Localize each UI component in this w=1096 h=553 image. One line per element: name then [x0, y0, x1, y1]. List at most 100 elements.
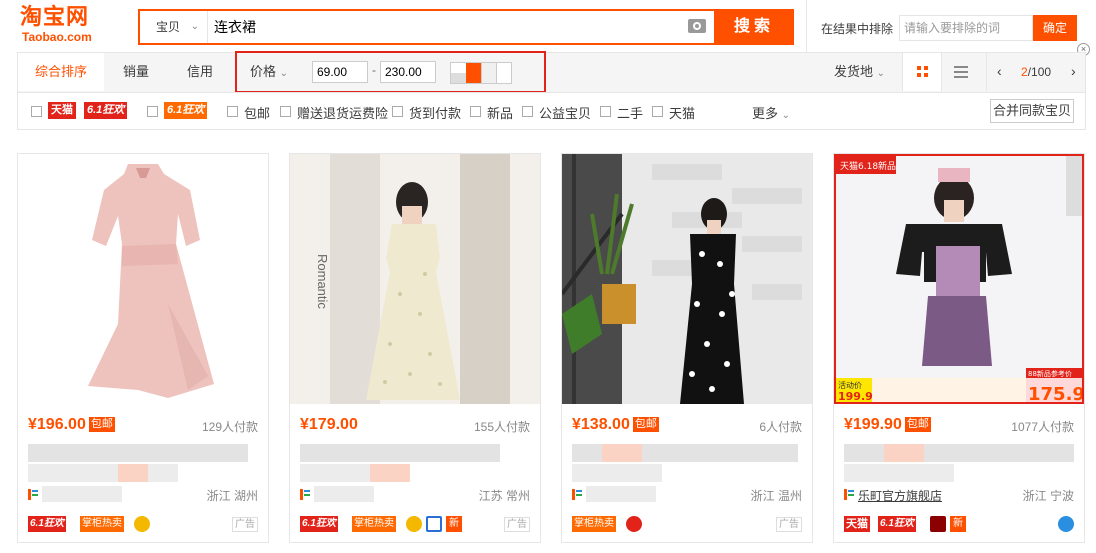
- shop-name-blurred[interactable]: [42, 486, 122, 502]
- zhanggui-tag: 掌柜热卖: [352, 516, 396, 532]
- filter-bar: 天猫 6.1狂欢 6.1狂欢 包邮 赠送退货运费险 货到付款 新品 公益宝贝 二…: [17, 92, 1086, 130]
- page-current: 2: [1021, 65, 1028, 79]
- tag-row: 天猫 6.1狂欢 新: [844, 514, 1074, 534]
- product-card[interactable]: Romantic ¥179.00 155人付款 江苏 常州 6.1狂欢 掌柜热卖…: [289, 153, 541, 543]
- activity-label: 活动价: [838, 380, 862, 390]
- tag-row: 掌柜热卖 广告: [572, 514, 802, 534]
- filter-checkbox-secondhand[interactable]: [600, 106, 611, 117]
- product-title-blurred[interactable]: [300, 444, 530, 482]
- overlay-top-label: 天猫6.18新品: [840, 160, 896, 172]
- price-filter-highlight: [235, 51, 546, 93]
- search-button[interactable]: 搜索: [714, 9, 794, 45]
- filter-checkbox-tmall-text[interactable]: [652, 106, 663, 117]
- gold-seller-icon: [134, 516, 150, 532]
- refer-label: 88新品参考价: [1028, 369, 1072, 378]
- product-image[interactable]: Romantic: [290, 154, 540, 404]
- exclude-input[interactable]: 请输入要排除的词: [899, 15, 1033, 41]
- filter-checkbox-cod[interactable]: [392, 106, 403, 117]
- prev-page-icon[interactable]: ‹: [997, 53, 1002, 89]
- product-image[interactable]: 天猫6.18新品 活动价 199.9 88新品参考价 175.9: [834, 154, 1084, 404]
- filter-checkbox-tmall[interactable]: [31, 106, 42, 117]
- search-category-label: 宝贝: [156, 20, 181, 34]
- product-card[interactable]: 天猫6.18新品 活动价 199.9 88新品参考价 175.9 ¥199.90…: [833, 153, 1085, 543]
- price-row: ¥199.90 包邮 1077人付款: [844, 416, 1074, 438]
- filter-checkbox-free-shipping[interactable]: [227, 106, 238, 117]
- product-title-blurred[interactable]: [844, 444, 1074, 482]
- sort-bar: 综合排序 销量 信用 价格 ⌄ 69.00 - 230.00 发货地 ⌄ ‹ 2…: [17, 52, 1086, 92]
- activity-price: 199.9: [838, 390, 873, 402]
- filter-label[interactable]: 天猫: [669, 103, 695, 122]
- filter-label[interactable]: 货到付款: [409, 103, 461, 122]
- page-total: /100: [1027, 65, 1052, 79]
- list-view-icon[interactable]: [954, 66, 968, 78]
- taobao-logo[interactable]: 淘宝网 Taobao.com: [20, 6, 120, 46]
- shop-icon: [572, 489, 582, 500]
- tab-credit[interactable]: 信用: [168, 53, 232, 91]
- romantic-text: Romantic: [315, 254, 330, 309]
- sales-count: 1077人付款: [1011, 420, 1074, 434]
- new-tag: 新: [950, 516, 966, 532]
- tag-row: 6.1狂欢 掌柜热卖 广告: [28, 514, 258, 534]
- new-tag: 新: [446, 516, 462, 532]
- shop-row: 浙江 温州: [572, 486, 802, 504]
- search-category-select[interactable]: 宝贝 ⌄: [140, 11, 208, 43]
- product-title-blurred[interactable]: [572, 444, 802, 482]
- free-shipping-badge: 包邮: [632, 417, 659, 432]
- filter-label[interactable]: 包邮: [244, 103, 270, 122]
- zhanggui-tag: 掌柜热卖: [572, 516, 616, 532]
- ship-from-select[interactable]: 发货地 ⌄: [834, 53, 885, 93]
- tmall-badge: 天猫: [48, 102, 76, 119]
- filter-label[interactable]: 新品: [487, 103, 513, 122]
- shop-icon: [28, 489, 38, 500]
- chevron-down-icon: ⌄: [190, 21, 199, 32]
- product-title-blurred[interactable]: [28, 444, 258, 482]
- wangwang-chat-icon[interactable]: [1058, 516, 1074, 532]
- big-price: 175.9: [1028, 384, 1082, 402]
- shop-name[interactable]: 乐町官方旗舰店: [858, 487, 942, 504]
- product-card[interactable]: ¥138.00 包邮 6人付款 浙江 温州 掌柜热卖 广告: [561, 153, 813, 543]
- promo-61-tag: 6.1狂欢: [28, 516, 66, 532]
- tab-sales[interactable]: 销量: [104, 53, 168, 91]
- filter-label[interactable]: 赠送退货运费险: [297, 103, 388, 122]
- free-shipping-badge: 包邮: [88, 417, 115, 432]
- grid-view-icon[interactable]: [902, 53, 942, 91]
- shop-row: 乐町官方旗舰店 浙江 宁波: [844, 486, 1074, 504]
- search-input[interactable]: [214, 11, 694, 43]
- filter-label[interactable]: 二手: [617, 103, 643, 122]
- shop-row: 浙江 湖州: [28, 486, 258, 504]
- ad-label: 广告: [776, 517, 802, 532]
- merge-same-items-button[interactable]: 合并同款宝贝: [990, 99, 1074, 123]
- shop-row: 江苏 常州: [300, 486, 530, 504]
- filter-label[interactable]: 公益宝贝: [539, 103, 591, 122]
- top-search-bar: 淘宝网 Taobao.com 宝贝 ⌄ 搜索 在结果中排除 请输入要排除的词 确…: [0, 0, 1096, 54]
- exclude-confirm-button[interactable]: 确定: [1033, 15, 1077, 41]
- logo-en: Taobao.com: [22, 30, 92, 44]
- product-image[interactable]: [562, 154, 812, 404]
- exclude-panel: 在结果中排除 请输入要排除的词 确定: [806, 0, 1096, 54]
- filter-checkbox-charity[interactable]: [522, 106, 533, 117]
- sales-count: 155人付款: [473, 420, 530, 434]
- product-price: ¥138.00: [572, 416, 630, 433]
- shield-icon: [426, 516, 442, 532]
- ad-label: 广告: [504, 517, 530, 532]
- filter-checkbox-new[interactable]: [470, 106, 481, 117]
- filter-checkbox-return-insurance[interactable]: [280, 106, 291, 117]
- product-price: ¥179.00: [300, 416, 358, 433]
- more-label: 更多: [752, 106, 779, 121]
- product-image[interactable]: [18, 154, 268, 404]
- shop-name-blurred[interactable]: [586, 486, 656, 502]
- price-row: ¥196.00 包邮 129人付款: [28, 416, 258, 438]
- camera-icon[interactable]: [688, 19, 706, 33]
- tab-comprehensive[interactable]: 综合排序: [18, 53, 104, 91]
- shop-name-blurred[interactable]: [314, 486, 374, 502]
- zhanggui-tag: 掌柜热卖: [80, 516, 124, 532]
- product-price: ¥199.90: [844, 416, 902, 433]
- filter-checkbox-promo[interactable]: [147, 106, 158, 117]
- more-filters-button[interactable]: 更多 ⌄: [752, 103, 790, 122]
- sales-count: 6人付款: [759, 420, 802, 434]
- next-page-icon[interactable]: ›: [1071, 53, 1076, 89]
- location: 浙江 宁波: [1022, 489, 1074, 503]
- chevron-down-icon: ⌄: [876, 68, 886, 79]
- product-card[interactable]: ¥196.00 包邮 129人付款 浙江 湖州 6.1狂欢 掌柜热卖 广告: [17, 153, 269, 543]
- location: 浙江 温州: [750, 489, 802, 503]
